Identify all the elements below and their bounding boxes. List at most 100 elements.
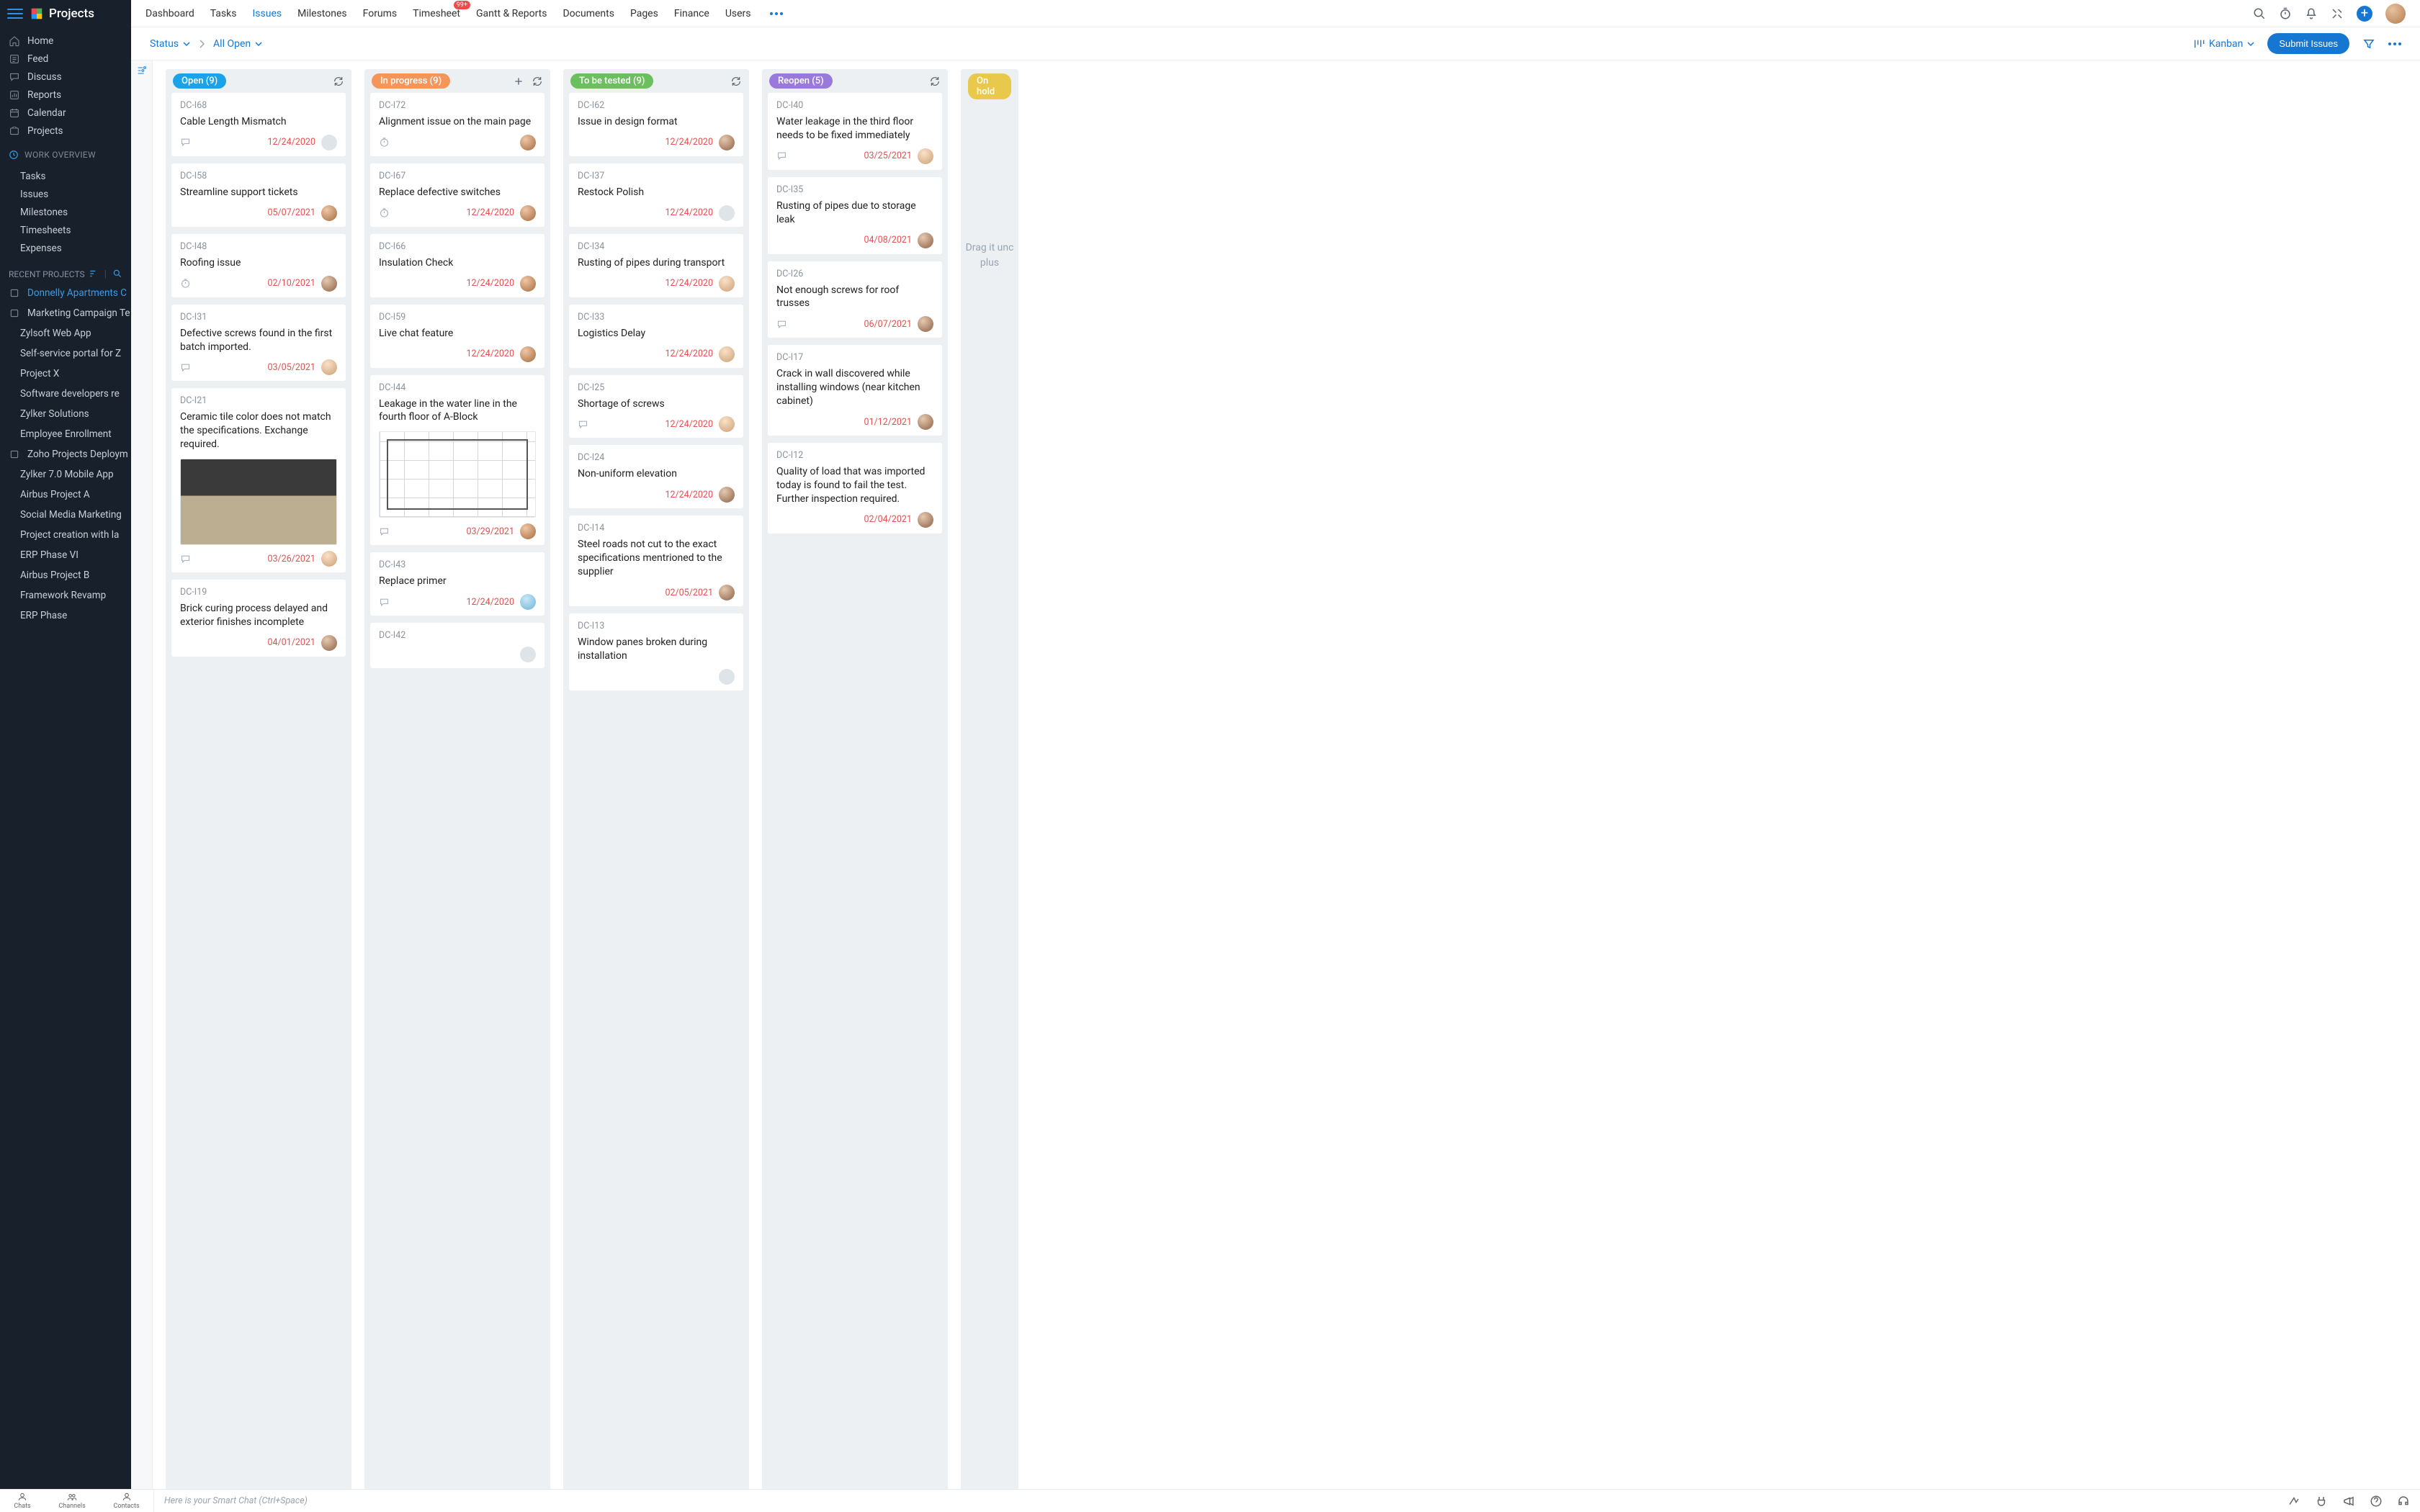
issue-card[interactable]: DC-I25 Shortage of screws 12/24/2020 — [569, 375, 743, 438]
help-icon[interactable] — [2370, 1495, 2383, 1508]
assignee-avatar[interactable] — [321, 205, 337, 221]
bell-icon[interactable] — [2305, 7, 2318, 20]
assignee-avatar[interactable] — [520, 523, 536, 539]
issue-card[interactable]: DC-I33 Logistics Delay 12/24/2020 — [569, 305, 743, 368]
issue-card[interactable]: DC-I43 Replace primer 12/24/2020 — [370, 552, 544, 616]
recent-project-item[interactable]: Zylker Solutions — [0, 404, 131, 424]
sidebar-item-reports[interactable]: Reports — [0, 86, 131, 104]
assignee-avatar[interactable] — [719, 669, 735, 685]
issue-card[interactable]: DC-I62 Issue in design format 12/24/2020 — [569, 93, 743, 156]
assignee-avatar[interactable] — [321, 551, 337, 567]
sidebar-item-milestones[interactable]: Milestones — [0, 203, 131, 221]
assignee-avatar[interactable] — [321, 276, 337, 292]
issue-card[interactable]: DC-I24 Non-uniform elevation 12/24/2020 — [569, 445, 743, 508]
issue-card[interactable]: DC-I26 Not enough screws for roof trusse… — [768, 261, 942, 338]
sidebar-item-feed[interactable]: Feed — [0, 50, 131, 68]
sort-icon[interactable] — [89, 269, 99, 279]
dock-channels[interactable]: Channels — [58, 1492, 85, 1510]
issue-card[interactable]: DC-I17 Crack in wall discovered while in… — [768, 345, 942, 436]
recent-project-item[interactable]: Framework Revamp — [0, 585, 131, 606]
tab-forums[interactable]: Forums — [363, 1, 398, 27]
assignee-avatar[interactable] — [520, 276, 536, 292]
recent-project-item[interactable]: Airbus Project B — [0, 565, 131, 585]
sidebar-item-timesheets[interactable]: Timesheets — [0, 221, 131, 239]
search-icon[interactable] — [2253, 7, 2266, 20]
recent-project-item[interactable]: Zylsoft Web App — [0, 323, 131, 343]
issue-card[interactable]: DC-I48 Roofing issue 02/10/2021 — [171, 234, 346, 297]
assignee-avatar[interactable] — [719, 416, 735, 432]
sidebar-item-home[interactable]: Home — [0, 32, 131, 50]
sidebar-item-tasks[interactable]: Tasks — [0, 167, 131, 185]
megaphone-icon[interactable] — [2342, 1495, 2355, 1508]
assignee-avatar[interactable] — [321, 635, 337, 651]
sidebar-item-discuss[interactable]: Discuss — [0, 68, 131, 86]
assignee-avatar[interactable] — [520, 594, 536, 610]
recent-project-item[interactable]: ERP Phase — [0, 606, 131, 626]
refresh-icon[interactable] — [333, 76, 344, 87]
issue-card[interactable]: DC-I44 Leakage in the water line in the … — [370, 375, 544, 546]
sidebar-item-calendar[interactable]: Calendar — [0, 104, 131, 122]
timer-icon[interactable] — [2279, 7, 2292, 20]
assignee-avatar[interactable] — [520, 205, 536, 221]
view-toggle[interactable]: Kanban — [2193, 38, 2254, 50]
tab-milestones[interactable]: Milestones — [297, 1, 347, 27]
kanban-column[interactable]: To be tested (9) DC-I62 Issue in design … — [563, 69, 749, 1503]
issue-card[interactable]: DC-I72 Alignment issue on the main page — [370, 93, 544, 156]
hamburger-icon[interactable] — [7, 6, 23, 22]
tab-timesheet[interactable]: Timesheet99+ — [413, 1, 460, 27]
sidebar-item-expenses[interactable]: Expenses — [0, 239, 131, 257]
recent-project-item[interactable]: Zylker 7.0 Mobile App — [0, 464, 131, 485]
filter-icon[interactable] — [2362, 37, 2375, 50]
assignee-avatar[interactable] — [918, 233, 933, 248]
recent-project-item[interactable]: Project creation with la — [0, 525, 131, 545]
kanban-column[interactable]: Open (9) DC-I68 Cable Length Mismatch 12… — [166, 69, 351, 1503]
issue-card[interactable]: DC-I13 Window panes broken during instal… — [569, 613, 743, 690]
assignee-avatar[interactable] — [719, 276, 735, 292]
assignee-avatar[interactable] — [719, 205, 735, 221]
tab-gantt-reports[interactable]: Gantt & Reports — [476, 1, 547, 27]
add-button[interactable]: + — [2357, 6, 2372, 22]
profile-avatar[interactable] — [2385, 4, 2406, 24]
issue-card[interactable]: DC-I37 Restock Polish 12/24/2020 — [569, 163, 743, 227]
issue-card[interactable]: DC-I66 Insulation Check 12/24/2020 — [370, 234, 544, 297]
refresh-icon[interactable] — [532, 76, 543, 87]
refresh-icon[interactable] — [730, 76, 742, 87]
recent-project-item[interactable]: Project X — [0, 364, 131, 384]
status-dropdown[interactable]: Status — [150, 38, 190, 50]
issue-card[interactable]: DC-I40 Water leakage in the third floor … — [768, 93, 942, 170]
issue-card[interactable]: DC-I19 Brick curing process delayed and … — [171, 580, 346, 657]
dock-contacts[interactable]: Contacts — [113, 1492, 139, 1510]
smart-chat-input[interactable]: Here is your Smart Chat (Ctrl+Space) — [154, 1495, 2287, 1506]
assignee-avatar[interactable] — [321, 359, 337, 375]
tools-icon[interactable] — [2331, 7, 2344, 20]
assignee-avatar[interactable] — [520, 647, 536, 662]
refresh-icon[interactable] — [929, 76, 941, 87]
headset-icon[interactable] — [2397, 1495, 2410, 1508]
issue-card[interactable]: DC-I68 Cable Length Mismatch 12/24/2020 — [171, 93, 346, 156]
filter-dropdown[interactable]: All Open — [213, 38, 262, 50]
sidebar-item-issues[interactable]: Issues — [0, 185, 131, 203]
issue-card[interactable]: DC-I67 Replace defective switches 12/24/… — [370, 163, 544, 227]
issue-card[interactable]: DC-I58 Streamline support tickets 05/07/… — [171, 163, 346, 227]
topnav-more-icon[interactable] — [770, 12, 783, 15]
kanban-column[interactable]: In progress (9) DC-I72 Alignment issue o… — [364, 69, 550, 1503]
kanban-column[interactable]: Reopen (5) DC-I40 Water leakage in the t… — [762, 69, 948, 1503]
assignee-avatar[interactable] — [918, 316, 933, 332]
tab-dashboard[interactable]: Dashboard — [145, 1, 194, 27]
settings-icon[interactable] — [136, 65, 148, 76]
submit-issues-button[interactable]: Submit Issues — [2267, 33, 2349, 54]
plus-icon[interactable] — [513, 76, 524, 87]
recent-project-item[interactable]: Social Media Marketing — [0, 505, 131, 525]
assignee-avatar[interactable] — [918, 512, 933, 528]
assignee-avatar[interactable] — [719, 135, 735, 150]
issue-card[interactable]: DC-I12 Quality of load that was imported… — [768, 443, 942, 534]
recent-project-item[interactable]: Donnelly Apartments C — [0, 283, 131, 303]
recent-project-item[interactable]: Employee Enrollment — [0, 424, 131, 444]
more-icon[interactable] — [2388, 42, 2401, 45]
assignee-avatar[interactable] — [918, 414, 933, 430]
issue-card[interactable]: DC-I21 Ceramic tile color does not match… — [171, 388, 346, 572]
recent-project-item[interactable]: ERP Phase VI — [0, 545, 131, 565]
assignee-avatar[interactable] — [520, 346, 536, 362]
sidebar-item-projects[interactable]: Projects — [0, 122, 131, 140]
tab-issues[interactable]: Issues — [252, 1, 282, 27]
